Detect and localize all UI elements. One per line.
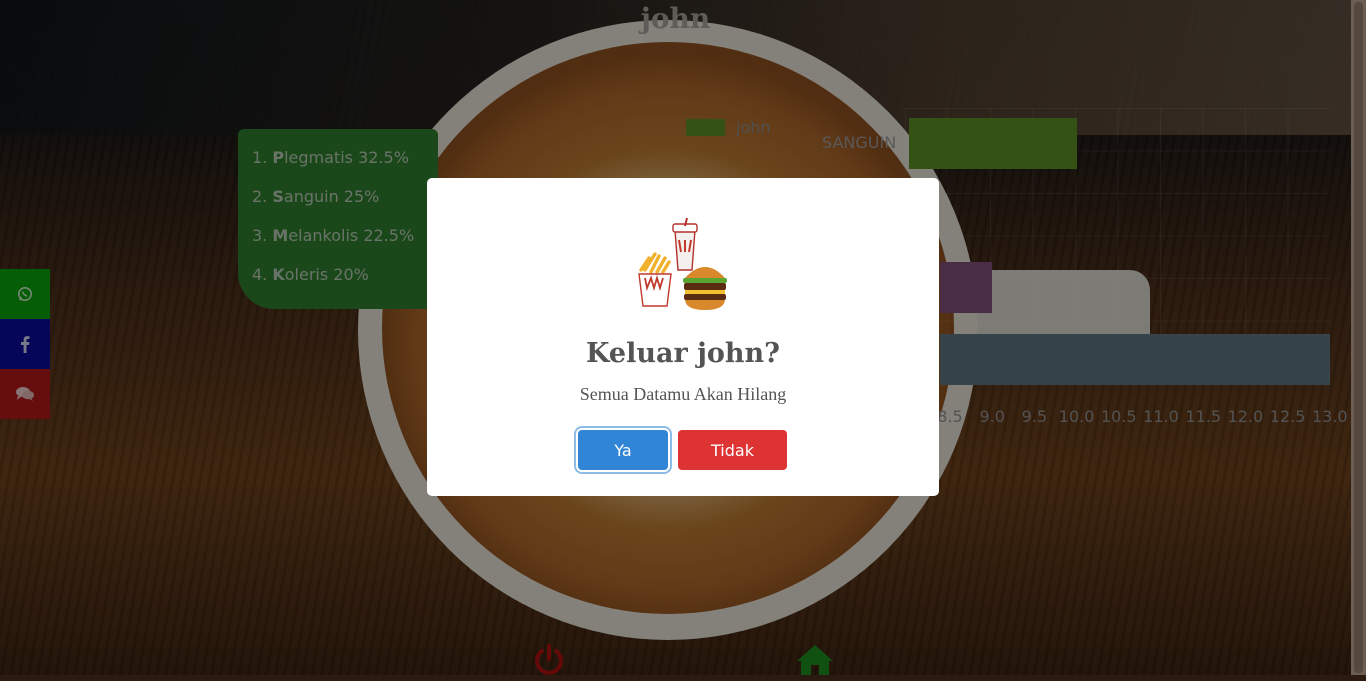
dialog-message: Semua Datamu Akan Hilang — [579, 384, 787, 404]
dialog-title: Keluar john? — [586, 338, 780, 369]
logout-dialog: Keluar john? Semua Datamu Akan Hilang Ya… — [427, 178, 939, 496]
confirm-button[interactable]: Ya — [578, 430, 668, 470]
cancel-button[interactable]: Tidak — [678, 430, 787, 470]
scrollbar-thumb[interactable] — [1354, 2, 1363, 673]
scrollbar[interactable] — [1351, 0, 1366, 675]
fast-food-image — [638, 218, 727, 310]
